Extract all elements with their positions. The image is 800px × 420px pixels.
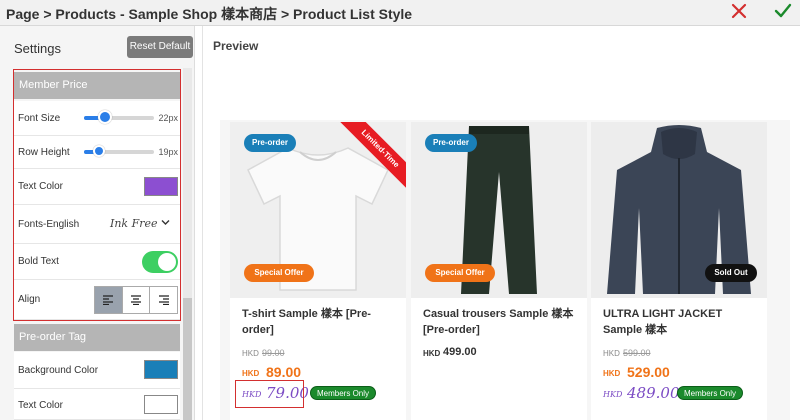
bold-text-toggle[interactable] [142, 251, 178, 273]
text-color-row: Text Color [14, 169, 180, 205]
align-center-button[interactable] [122, 287, 151, 313]
bold-text-row: Bold Text [14, 244, 180, 280]
row-height-slider-handle[interactable] [93, 145, 105, 157]
breadcrumb: Page > Products - Sample Shop 樣本商店 > Pro… [6, 6, 413, 22]
align-label: Align [18, 294, 41, 305]
regular-price: 499.00 [443, 346, 477, 358]
member-currency: HKD [603, 390, 623, 399]
member-price: 489.00 [627, 384, 680, 402]
align-right-icon [158, 295, 169, 305]
settings-title: Settings [14, 41, 61, 56]
original-price: 99.00 [262, 348, 285, 358]
section-member-price[interactable]: Member Price [14, 72, 180, 99]
original-currency: HKD [603, 349, 620, 358]
members-only-badge: Members Only [310, 386, 377, 400]
align-button-group [94, 286, 178, 314]
preview-title: Preview [213, 39, 259, 53]
product-name[interactable]: ULTRA LIGHT JACKET Sample 樣本 [603, 306, 759, 338]
product-name[interactable]: T-shirt Sample 樣本 [Pre-order] [242, 306, 398, 338]
preorder-text-color-label: Text Color [18, 400, 64, 411]
product-card[interactable]: Sold Out ULTRA LIGHT JACKET Sample 樣本 HK… [591, 122, 767, 420]
preorder-text-color-row: Text Color [14, 389, 180, 420]
price-currency: HKD [603, 369, 621, 378]
special-offer-badge: Special Offer [425, 264, 495, 282]
fonts-english-label: Fonts-English [18, 219, 80, 230]
preorder-badge: Pre-order [425, 134, 477, 152]
preorder-bg-color-label: Background Color [18, 365, 99, 376]
text-color-label: Text Color [18, 181, 64, 192]
preorder-badge: Pre-order [244, 134, 296, 152]
row-height-value: 19px [158, 147, 178, 157]
row-height-label: Row Height [18, 147, 70, 158]
original-currency: HKD [242, 349, 259, 358]
scrollbar-thumb[interactable] [183, 298, 192, 420]
member-currency: HKD [242, 390, 262, 399]
bold-text-label: Bold Text [18, 256, 59, 267]
top-bar: Page > Products - Sample Shop 樣本商店 > Pro… [0, 0, 800, 26]
row-height-row: Row Height 19px [14, 136, 180, 169]
font-size-label: Font Size [18, 113, 61, 124]
preorder-bg-color-swatch[interactable] [144, 360, 178, 379]
close-icon[interactable] [730, 1, 748, 21]
product-card[interactable]: Pre-order Special Offer Casual trousers … [411, 122, 587, 420]
sale-price: 529.00 [627, 364, 670, 380]
align-row: Align [14, 280, 180, 320]
toggle-knob [158, 253, 176, 271]
align-center-icon [131, 295, 141, 305]
sale-price: 89.00 [266, 364, 302, 380]
members-only-badge: Members Only [677, 386, 744, 400]
product-name[interactable]: Casual trousers Sample 樣本 [Pre-order] [423, 306, 579, 338]
settings-panel: Settings Reset Default Member Price Font… [0, 26, 195, 420]
price-currency: HKD [423, 349, 441, 358]
sold-out-badge: Sold Out [705, 264, 757, 282]
check-icon[interactable] [773, 1, 793, 21]
align-right-button[interactable] [150, 287, 178, 313]
member-price: 79.00 [266, 384, 309, 402]
chevron-down-icon[interactable] [161, 219, 170, 226]
price-currency: HKD [242, 369, 260, 378]
preorder-text-color-swatch[interactable] [144, 395, 178, 414]
preorder-bg-color-row: Background Color [14, 352, 180, 389]
fonts-english-row: Fonts-English Ink Free [14, 205, 180, 244]
text-color-swatch[interactable] [144, 177, 178, 196]
font-size-slider-handle[interactable] [98, 110, 112, 124]
special-offer-badge: Special Offer [244, 264, 314, 282]
original-price: 599.00 [623, 348, 651, 358]
align-left-icon [103, 295, 114, 305]
font-size-value: 22px [158, 113, 178, 123]
fonts-english-select[interactable]: Ink Free [110, 217, 158, 230]
reset-default-button[interactable]: Reset Default [127, 36, 193, 58]
font-size-row: Font Size 22px [14, 101, 180, 136]
section-preorder-tag[interactable]: Pre-order Tag [14, 324, 180, 351]
align-left-button[interactable] [95, 287, 123, 313]
product-card[interactable]: Limited-Time Pre-order Special Offer T-s… [230, 122, 406, 420]
